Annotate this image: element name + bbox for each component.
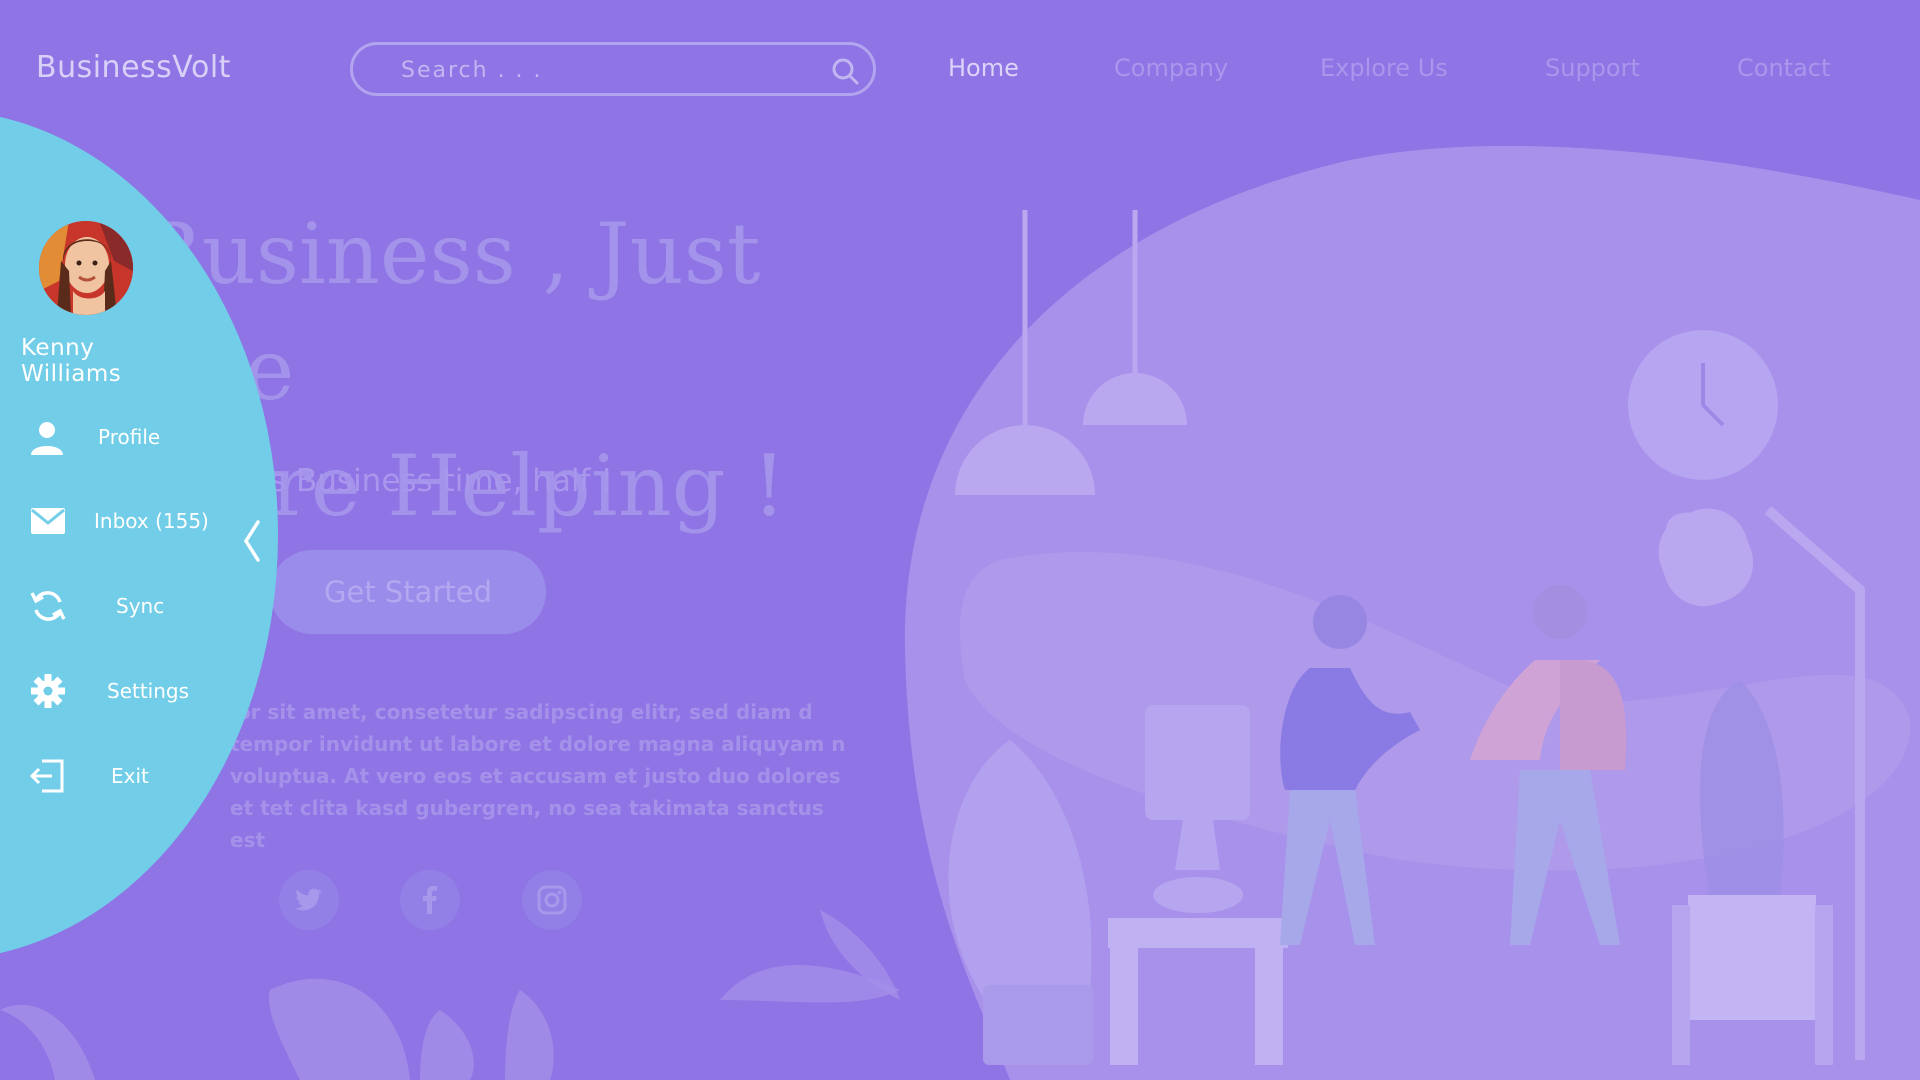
hero-subline: s Business time, half ! (270, 463, 613, 499)
menu-item-label: Sync (116, 594, 165, 618)
gear-icon (31, 674, 65, 708)
search-input[interactable] (399, 55, 803, 85)
mail-icon (31, 508, 65, 534)
twitter-icon (295, 888, 322, 911)
landing-page: BusinessVolt Home Company Explore Us Sup… (0, 0, 1920, 1080)
nav-support[interactable]: Support (1545, 54, 1640, 82)
nav-explore-us[interactable]: Explore Us (1320, 54, 1448, 82)
twitter-button[interactable] (279, 870, 339, 930)
menu-item-sync[interactable]: Sync (28, 582, 248, 630)
menu-item-label: Inbox (155) (94, 509, 209, 533)
search-box[interactable] (350, 42, 876, 96)
menu-item-label: Profile (98, 425, 161, 449)
nav-home[interactable]: Home (948, 54, 1019, 82)
menu-item-label: Exit (111, 764, 149, 788)
menu-item-settings[interactable]: Settings (28, 667, 248, 715)
search-icon[interactable] (831, 57, 859, 85)
instagram-button[interactable] (522, 870, 582, 930)
sync-icon (30, 591, 66, 621)
menu-item-label: Settings (107, 679, 190, 703)
user-name: Kenny Williams (21, 335, 122, 387)
facebook-button[interactable] (400, 870, 460, 930)
exit-icon (29, 759, 64, 793)
user-icon (31, 422, 63, 455)
brand-logo[interactable]: BusinessVolt (36, 50, 231, 85)
facebook-icon (423, 886, 437, 914)
user-photo (39, 221, 133, 315)
instagram-icon (537, 885, 567, 915)
hero-paragraph: lor sit amet, consetetur sadipscing elit… (230, 700, 846, 852)
nav-company[interactable]: Company (1114, 54, 1228, 82)
menu-item-profile[interactable]: Profile (28, 413, 248, 461)
chevron-left-icon[interactable] (238, 518, 266, 564)
nav-contact[interactable]: Contact (1737, 54, 1830, 82)
get-started-button[interactable]: Get Started (270, 550, 546, 634)
avatar[interactable] (39, 221, 133, 315)
menu-item-inbox[interactable]: Inbox (155) (28, 497, 248, 545)
menu-item-exit[interactable]: Exit (28, 752, 248, 800)
